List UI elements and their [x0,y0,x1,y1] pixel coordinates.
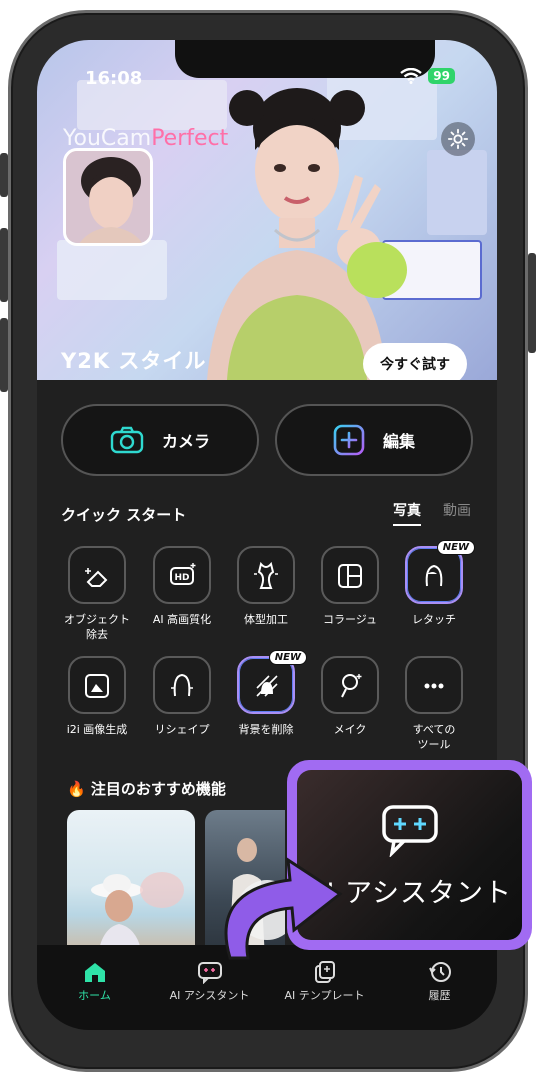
tab-video[interactable]: 動画 [443,500,471,526]
new-badge: NEW [268,650,307,665]
home-icon [84,963,105,982]
quick-start-title: クイック スタート [61,506,187,524]
tool-body[interactable]: 体型加工 [224,546,308,627]
featured-card-image [91,872,184,960]
image-gen-icon [85,674,109,698]
notch [175,40,435,78]
tool-icon-tile: HD [153,546,211,604]
nav-ai-template[interactable]: AI テンプレート [270,957,380,1003]
thumbnail-image [66,151,150,243]
body-icon [254,561,278,589]
wifi-icon [400,68,423,84]
hero-decor [427,150,487,235]
plus-icon [333,424,365,456]
remove-bg-icon [256,675,278,697]
hero-model-image [207,88,407,380]
tool-icon-tile [68,546,126,604]
gear-icon [447,128,469,150]
camera-button[interactable]: カメラ [61,404,259,476]
tool-icon-tile [153,656,211,714]
svg-text:HD: HD [174,573,189,583]
pointer-arrow [224,857,343,960]
logo-accent: Perfect [151,126,229,151]
reshape-icon [171,673,193,697]
tool-reshape[interactable]: リシェイプ [140,656,224,737]
eraser-icon [85,568,108,587]
tool-image-gen[interactable]: i2i 画像生成 [55,656,139,737]
new-badge: NEW [436,540,475,555]
tab-photo[interactable]: 写真 [393,500,421,526]
ai-assistant-icon [381,804,438,857]
nav-ai-template-label: AI テンプレート [284,989,365,1002]
tool-label: すべての ツール [412,723,456,751]
tool-hd[interactable]: HD AI 高画質化 [140,546,224,627]
nav-ai-assistant-label: AI アシスタント [169,989,250,1002]
nav-ai-assistant[interactable]: AI アシスタント [155,957,265,1003]
collage-icon [338,564,362,588]
tool-label: 背景を削除 [238,723,294,736]
tool-icon-tile: NEW [237,650,307,714]
tool-label: オブジェクト 除去 [64,613,130,641]
tool-makeup[interactable]: メイク [308,656,392,737]
tool-icon-tile [68,656,126,714]
nav-home-label: ホーム [78,989,111,1002]
tool-icon-tile [321,546,379,604]
tool-icon-tile: NEW [405,540,475,604]
camera-icon [110,426,144,454]
phone-side-button [0,153,8,197]
featured-card[interactable] [67,810,195,960]
edit-button[interactable]: 編集 [275,404,473,476]
hero-thumbnail[interactable] [63,148,153,246]
tool-label: 体型加工 [244,613,288,626]
tool-label: コラージュ [322,613,377,626]
tool-label: レタッチ [412,613,456,626]
ai-template-icon [314,961,335,983]
fire-icon: 🔥 [67,780,86,798]
makeup-icon [341,674,362,698]
tool-remove-bg[interactable]: NEW 背景を削除 [224,650,308,737]
edit-button-label: 編集 [382,432,415,451]
hero-banner[interactable]: YouCamPerfect Y2K スタイル 今すぐ試す [37,40,497,380]
tool-retouch[interactable]: NEW レタッチ [392,540,476,627]
history-icon [428,962,451,982]
hero-decor [57,240,167,300]
retouch-icon [425,564,443,587]
nav-history-label: 履歴 [428,989,451,1002]
try-now-button[interactable]: 今すぐ試す [363,343,467,380]
phone-power-button [528,253,536,353]
ai-assistant-icon [197,962,222,984]
featured-title: 🔥 注目のおすすめ機能 [67,778,226,799]
tool-more[interactable]: すべての ツール [392,656,476,752]
tool-icon-tile [321,656,379,714]
nav-home[interactable]: ホーム [40,957,150,1003]
more-icon [424,683,444,689]
camera-button-label: カメラ [161,432,210,451]
tool-label: リシェイプ [154,723,210,736]
status-time: 16:08 [85,68,143,89]
phone-volume-up [0,228,8,302]
phone-volume-down [0,318,8,392]
battery-indicator: 99 [428,68,455,84]
nav-history[interactable]: 履歴 [385,957,495,1003]
status-bar-right: 99 [400,68,455,84]
tool-eraser[interactable]: オブジェクト 除去 [55,546,139,642]
tool-label: i2i 画像生成 [66,723,128,736]
tool-collage[interactable]: コラージュ [308,546,392,627]
media-tabs: 写真 動画 [393,500,471,526]
hd-icon: HD [170,563,196,585]
featured-title-text: 注目のおすすめ機能 [90,780,226,798]
tool-icon-tile [237,546,295,604]
tool-label: メイク [333,723,367,736]
tool-icon-tile [405,656,463,714]
tool-label: AI 高画質化 [152,613,212,626]
settings-button[interactable] [441,122,475,156]
hero-title: Y2K スタイル [61,349,207,373]
